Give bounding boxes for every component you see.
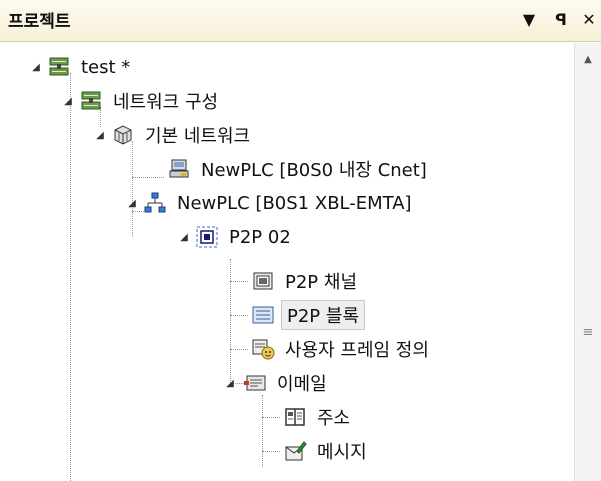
- tree-connector: [70, 73, 71, 481]
- email-icon: [242, 370, 268, 396]
- tree-connector: [132, 141, 133, 237]
- tree-item-label: 이메일: [277, 374, 327, 395]
- tree-item-network-config[interactable]: 네트워크 구성: [78, 84, 222, 118]
- tree-connector: [230, 259, 231, 383]
- tree-connector: [230, 315, 248, 316]
- tree-item-label: 기본 네트워크: [145, 126, 251, 147]
- collapse-toggle-icon[interactable]: ◢: [126, 198, 138, 210]
- tree-item-user-frame[interactable]: 사용자 프레임 정의: [250, 332, 433, 366]
- cube-icon: [110, 122, 136, 148]
- project-tree[interactable]: ◢ test * ◢ 네트워크 구성 ◢ 기본 네트워크 NewPLC [B0S…: [0, 43, 573, 481]
- tree-connector: [262, 451, 280, 452]
- tree-item-label: 네트워크 구성: [113, 92, 219, 113]
- network-icon: [46, 54, 72, 80]
- tree-connector: [262, 395, 263, 467]
- tree-connector: [262, 417, 280, 418]
- tree-item-address[interactable]: 주소: [282, 400, 354, 434]
- tree-item-plc-xbl[interactable]: NewPLC [B0S1 XBL-EMTA]: [142, 186, 416, 220]
- tree-item-p2p-block[interactable]: P2P 블록: [250, 298, 366, 332]
- tree-item-message[interactable]: 메시지: [282, 434, 371, 468]
- address-book-icon: [282, 404, 308, 430]
- scroll-thumb-grip-icon[interactable]: ≡: [575, 323, 601, 343]
- vertical-scrollbar[interactable]: ▲ ≡: [574, 43, 601, 481]
- tree-item-basic-network[interactable]: 기본 네트워크: [110, 118, 254, 152]
- panel-title: 프로젝트: [8, 12, 71, 32]
- tree-item-email[interactable]: 이메일: [242, 366, 331, 400]
- block-list-icon: [250, 302, 276, 328]
- tree-connector: [230, 281, 248, 282]
- channel-icon: [250, 268, 276, 294]
- collapse-toggle-icon[interactable]: ◢: [30, 62, 42, 74]
- pin-icon[interactable]: ꟼ: [550, 8, 572, 32]
- message-icon: [282, 438, 308, 464]
- tree-item-label: 주소: [317, 408, 351, 429]
- tree-connector: [132, 177, 164, 178]
- network-icon: [78, 88, 104, 114]
- collapse-toggle-icon[interactable]: ◢: [178, 232, 190, 244]
- serial-device-icon: [166, 156, 192, 182]
- tree-item-p2p[interactable]: P2P 02: [194, 220, 295, 254]
- tree-connector: [230, 349, 248, 350]
- tree-item-root[interactable]: test *: [46, 50, 134, 84]
- close-icon[interactable]: ✕: [578, 8, 600, 32]
- tree-item-plc-cnet[interactable]: NewPLC [B0S0 내장 Cnet]: [166, 152, 431, 186]
- panel-title-bar: 프로젝트 ▼ ꟼ ✕: [0, 0, 601, 42]
- dropdown-arrow-icon[interactable]: ▼: [518, 8, 540, 32]
- tree-item-label: P2P 02: [229, 226, 291, 248]
- collapse-toggle-icon[interactable]: ◢: [224, 378, 236, 390]
- tree-item-label: 사용자 프레임 정의: [285, 340, 429, 361]
- collapse-toggle-icon[interactable]: ◢: [94, 130, 106, 142]
- tree-item-label: NewPLC [B0S1 XBL-EMTA]: [177, 192, 412, 214]
- tree-item-label: P2P 채널: [285, 272, 358, 293]
- ethernet-device-icon: [142, 190, 168, 216]
- tree-item-label: 메시지: [317, 442, 367, 463]
- user-frame-icon: [250, 336, 276, 362]
- collapse-toggle-icon[interactable]: ◢: [62, 96, 74, 108]
- tree-item-p2p-channel[interactable]: P2P 채널: [250, 264, 361, 298]
- tree-item-label: NewPLC [B0S0 내장 Cnet]: [201, 160, 427, 181]
- p2p-icon: [194, 224, 220, 250]
- tree-item-label: test *: [81, 56, 131, 78]
- tree-item-label: P2P 블록: [281, 300, 366, 330]
- scroll-up-arrow-icon[interactable]: ▲: [575, 51, 601, 69]
